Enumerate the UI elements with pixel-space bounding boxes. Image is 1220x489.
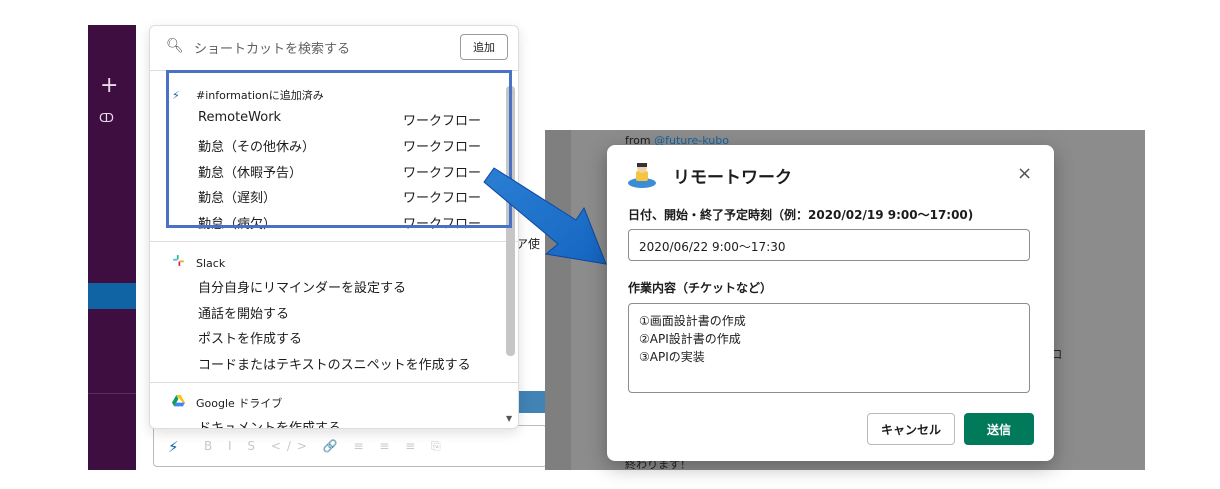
add-shortcut-button[interactable]: 追加 (460, 34, 508, 60)
google-drive-icon (172, 395, 192, 410)
shortcuts-bolt-icon[interactable]: ⚡ (168, 438, 179, 456)
divider (150, 382, 518, 383)
shortcut-item[interactable]: コードまたはテキストのスニペットを作成する (198, 354, 498, 373)
task-details-textarea[interactable]: ①画面設計書の作成 ②API設計書の作成 ③APIの実装 (628, 303, 1030, 393)
modal-title: リモートワーク (673, 168, 792, 188)
workspace-sidebar: + ↀ (88, 25, 136, 470)
highlight-box (166, 70, 512, 228)
task-line: ①画面設計書の作成 (639, 314, 746, 328)
formatting-toolbar[interactable]: B I S </> 🔗 ≡ ≡ ≡ ⎘ (204, 439, 447, 454)
shortcut-search-input[interactable]: ショートカットを検索する (194, 38, 350, 57)
add-workspace-icon[interactable]: + (100, 75, 118, 97)
date-time-input[interactable]: 2020/06/22 9:00〜17:30 (628, 229, 1030, 261)
shortcut-item[interactable]: 通話を開始する (198, 303, 498, 322)
shortcut-item[interactable]: ポストを作成する (198, 328, 498, 347)
active-channel-indicator (88, 283, 136, 309)
task-details-label: 作業内容（チケットなど） (628, 281, 773, 295)
shortcut-item[interactable]: ドキュメントを作成する (198, 417, 498, 428)
submit-button[interactable]: 送信 (964, 413, 1034, 445)
slack-icon (172, 254, 192, 270)
task-line: ②API設計書の作成 (639, 332, 741, 346)
shortcut-search-row: 🔍︎ ショートカットを検索する 追加 (150, 26, 518, 70)
section-header-slack: Slack (172, 254, 225, 270)
shortcut-item[interactable]: 自分自身にリマインダーを設定する (198, 277, 498, 296)
connect-icon[interactable]: ↀ (99, 111, 114, 125)
search-icon: 🔍︎ (166, 38, 184, 54)
message-composer[interactable]: ⚡ B I S </> 🔗 ≡ ≡ ≡ ⎘ (153, 425, 547, 467)
cancel-button[interactable]: キャンセル (867, 413, 955, 445)
divider (150, 241, 518, 242)
workflow-modal: リモートワーク × 日付、開始・終了予定時刻（例：2020/02/19 9:00… (607, 145, 1054, 461)
section-header-google-drive: Google ドライブ (172, 395, 282, 411)
date-time-label: 日付、開始・終了予定時刻（例：2020/02/19 9:00〜17:00) (628, 208, 974, 222)
close-icon[interactable]: × (1017, 163, 1032, 184)
scroll-down-icon[interactable]: ▼ (506, 414, 512, 423)
sidebar-divider (88, 393, 136, 415)
workflow-app-icon (627, 161, 657, 189)
task-line: ③APIの実装 (639, 350, 705, 364)
